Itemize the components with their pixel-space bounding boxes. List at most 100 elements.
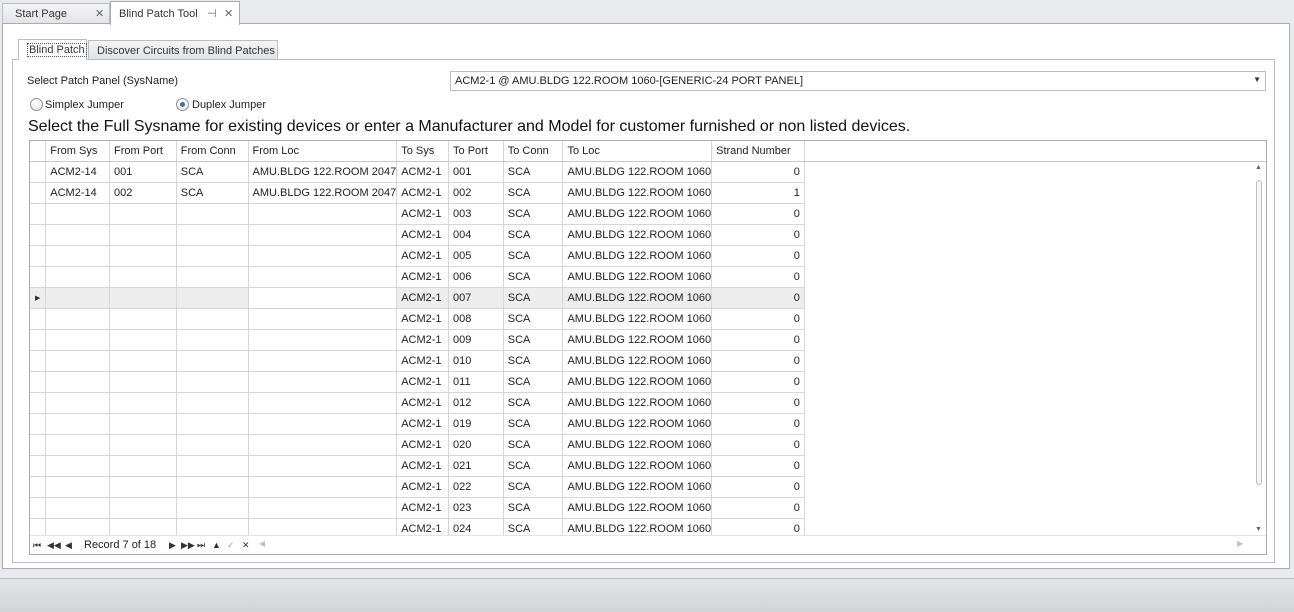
table-row[interactable]: ACM2-1 020 SCA AMU.BLDG 122.ROOM 1060 0 (30, 434, 1266, 456)
table-cell[interactable] (248, 224, 398, 246)
column-header[interactable]: From Port (109, 141, 177, 162)
table-cell[interactable]: ACM2-14 (45, 161, 111, 183)
tab-blind-patch[interactable]: Blind Patch (18, 39, 87, 60)
table-cell[interactable]: 002 (448, 182, 504, 204)
table-cell[interactable]: ACM2-1 (396, 371, 450, 393)
table-cell[interactable] (109, 434, 177, 456)
table-cell[interactable]: ACM2-14 (45, 182, 111, 204)
table-row[interactable]: ACM2-1 008 SCA AMU.BLDG 122.ROOM 1060 0 (30, 308, 1266, 330)
table-cell[interactable] (248, 497, 398, 519)
table-row[interactable]: ACM2-14 002 SCA AMU.BLDG 122.ROOM 2047 ACM2-… (30, 182, 1266, 204)
table-cell[interactable]: 003 (448, 203, 504, 225)
scroll-right-icon[interactable]: ▶ (1237, 539, 1243, 548)
table-cell[interactable]: ACM2-1 (396, 224, 450, 246)
close-icon[interactable]: ✕ (95, 8, 104, 20)
table-cell[interactable]: SCA (503, 476, 564, 498)
column-header[interactable]: To Conn (503, 141, 564, 162)
table-cell[interactable] (45, 203, 111, 225)
table-cell[interactable] (45, 308, 111, 330)
row-indicator[interactable] (30, 392, 47, 414)
table-cell[interactable] (176, 266, 249, 288)
table-cell[interactable]: 0 (711, 371, 805, 393)
table-cell[interactable]: 0 (711, 203, 805, 225)
table-cell[interactable]: 0 (711, 287, 805, 309)
table-cell[interactable] (248, 413, 398, 435)
table-cell[interactable]: ACM2-1 (396, 413, 450, 435)
row-indicator[interactable] (30, 476, 47, 498)
row-indicator[interactable] (30, 497, 47, 519)
table-cell[interactable] (45, 455, 111, 477)
table-cell[interactable] (45, 497, 111, 519)
table-cell[interactable]: 005 (448, 245, 504, 267)
column-header[interactable]: From Loc (248, 141, 398, 162)
table-cell[interactable]: 001 (448, 161, 504, 183)
table-cell[interactable] (176, 329, 249, 351)
table-cell[interactable] (176, 287, 249, 309)
simplex-jumper-label[interactable]: Simplex Jumper (45, 99, 124, 111)
table-cell[interactable] (109, 266, 177, 288)
chevron-down-icon[interactable]: ▼ (1253, 75, 1261, 84)
table-row[interactable]: ACM2-1 011 SCA AMU.BLDG 122.ROOM 1060 0 (30, 371, 1266, 393)
table-cell[interactable]: 022 (448, 476, 504, 498)
table-row[interactable]: ACM2-1 006 SCA AMU.BLDG 122.ROOM 1060 0 (30, 266, 1266, 288)
table-cell[interactable]: ACM2-1 (396, 203, 450, 225)
table-cell[interactable]: ACM2-1 (396, 434, 450, 456)
table-row[interactable]: ACM2-1 003 SCA AMU.BLDG 122.ROOM 1060 0 (30, 203, 1266, 225)
simplex-jumper-radio[interactable] (30, 98, 43, 111)
table-cell[interactable] (109, 497, 177, 519)
scroll-down-icon[interactable]: ▼ (1255, 526, 1262, 533)
tab-discover-circuits[interactable]: Discover Circuits from Blind Patches (88, 40, 278, 59)
table-cell[interactable]: AMU.BLDG 122.ROOM 1060 (562, 182, 713, 204)
table-cell[interactable]: 0 (711, 161, 805, 183)
table-cell[interactable]: SCA (503, 497, 564, 519)
column-header[interactable]: Strand Number (711, 141, 805, 162)
row-indicator[interactable] (30, 371, 47, 393)
table-cell[interactable]: 019 (448, 413, 504, 435)
table-cell[interactable] (176, 455, 249, 477)
table-cell[interactable]: AMU.BLDG 122.ROOM 2047 (248, 161, 398, 183)
table-cell[interactable]: SCA (503, 308, 564, 330)
table-cell[interactable] (248, 287, 398, 309)
table-cell[interactable] (176, 371, 249, 393)
table-cell[interactable] (176, 203, 249, 225)
table-cell[interactable]: SCA (503, 455, 564, 477)
row-indicator[interactable] (30, 308, 47, 330)
table-cell[interactable] (248, 434, 398, 456)
table-cell[interactable]: 008 (448, 308, 504, 330)
table-cell[interactable]: 0 (711, 497, 805, 519)
table-cell[interactable]: ACM2-1 (396, 308, 450, 330)
table-row[interactable]: ▶ ACM2-1 007 SCA AMU.BLDG 122.ROOM 1060 0 (30, 287, 1266, 309)
duplex-jumper-radio[interactable] (176, 98, 189, 111)
column-header[interactable]: From Sys (45, 141, 111, 162)
column-header[interactable]: To Sys (396, 141, 450, 162)
table-cell[interactable]: 001 (109, 161, 177, 183)
table-cell[interactable] (248, 266, 398, 288)
table-cell[interactable]: SCA (503, 245, 564, 267)
tab-blind-patch-tool[interactable]: Blind Patch Tool ⊣ ✕ (110, 1, 240, 25)
table-cell[interactable]: AMU.BLDG 122.ROOM 1060 (562, 161, 713, 183)
pin-icon[interactable]: ⊣ (207, 8, 217, 20)
table-row[interactable]: ACM2-1 009 SCA AMU.BLDG 122.ROOM 1060 0 (30, 329, 1266, 351)
table-cell[interactable] (109, 203, 177, 225)
table-cell[interactable] (176, 392, 249, 414)
table-cell[interactable]: AMU.BLDG 122.ROOM 1060 (562, 245, 713, 267)
blind-patch-grid[interactable]: From Sys From Port From Conn From Loc To… (29, 140, 1267, 555)
table-cell[interactable]: SCA (503, 224, 564, 246)
table-cell[interactable]: SCA (176, 161, 249, 183)
table-cell[interactable]: 009 (448, 329, 504, 351)
scroll-up-icon[interactable]: ▲ (1255, 164, 1262, 171)
table-cell[interactable] (45, 476, 111, 498)
table-cell[interactable] (45, 371, 111, 393)
table-cell[interactable]: AMU.BLDG 122.ROOM 2047 (248, 182, 398, 204)
table-cell[interactable]: AMU.BLDG 122.ROOM 1060 (562, 287, 713, 309)
row-indicator[interactable] (30, 161, 47, 183)
table-cell[interactable]: ACM2-1 (396, 476, 450, 498)
table-cell[interactable] (109, 329, 177, 351)
table-cell[interactable]: 011 (448, 371, 504, 393)
row-indicator[interactable] (30, 266, 47, 288)
table-cell[interactable]: 0 (711, 413, 805, 435)
row-indicator[interactable] (30, 413, 47, 435)
table-cell[interactable] (248, 476, 398, 498)
table-row[interactable]: ACM2-1 021 SCA AMU.BLDG 122.ROOM 1060 0 (30, 455, 1266, 477)
row-indicator[interactable] (30, 182, 47, 204)
